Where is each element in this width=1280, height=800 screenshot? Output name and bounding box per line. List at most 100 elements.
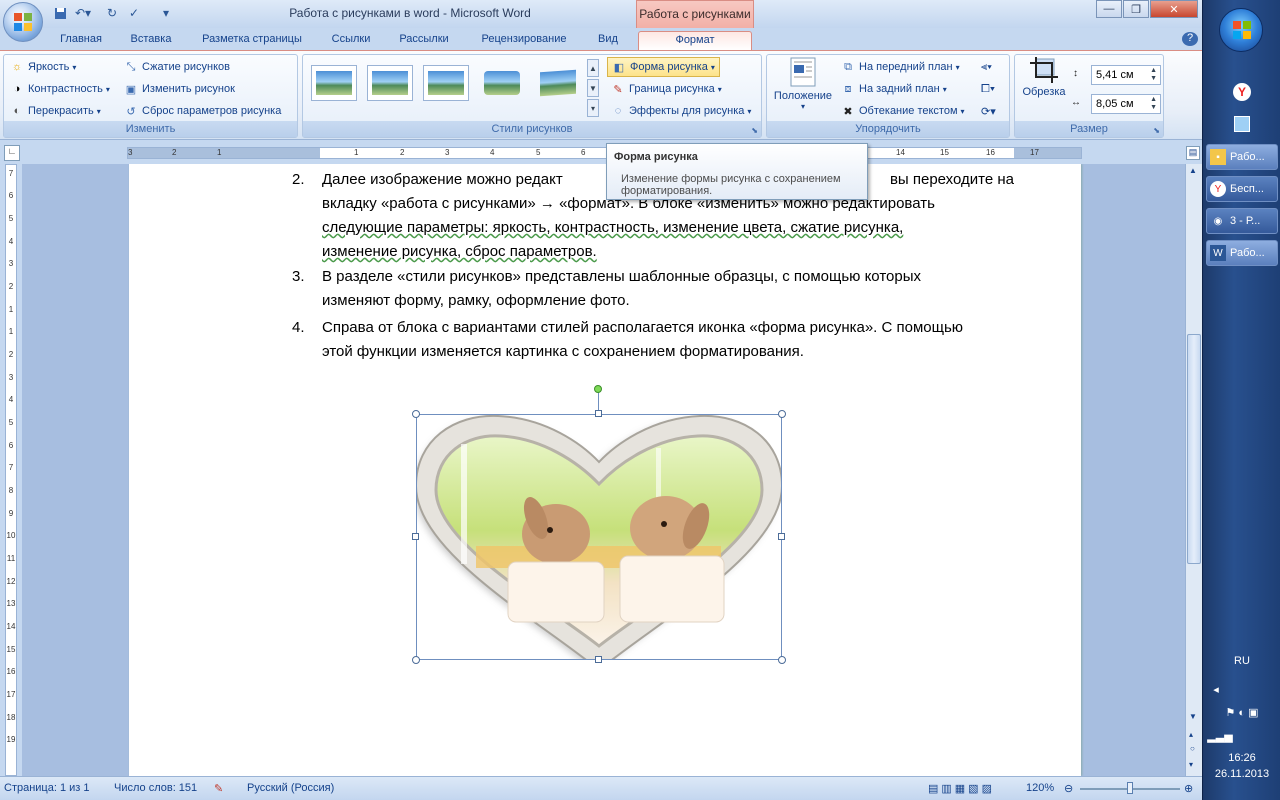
tab-format[interactable]: Формат	[638, 31, 752, 50]
word-count[interactable]: Число слов: 151	[114, 782, 197, 794]
tab-mailings[interactable]: Рассылки	[390, 31, 458, 50]
taskbar-window-4[interactable]: W Рабо...	[1206, 240, 1278, 266]
restore-button[interactable]: ❐	[1123, 0, 1149, 18]
list-item[interactable]: 4. Справа от блока с вариантами стилей р…	[292, 316, 1014, 364]
height-field[interactable]: 5,41 см ▲ ▼	[1091, 65, 1161, 85]
tab-selector-button[interactable]: ∟	[4, 145, 20, 161]
minimize-button[interactable]: —	[1096, 0, 1122, 18]
resize-handle-sw[interactable]	[412, 656, 420, 664]
recolor-icon: ◐	[13, 105, 21, 117]
show-hidden-icon[interactable]: ◂	[1177, 683, 1255, 696]
resize-handle-s[interactable]	[595, 656, 602, 663]
close-button[interactable]: ✕	[1150, 0, 1198, 18]
list-number: 3.	[292, 268, 305, 285]
ruler-number: 17	[6, 690, 16, 699]
proofing-icon[interactable]: ✎	[214, 782, 223, 795]
ruler-number: 11	[6, 554, 16, 563]
scroll-up-icon[interactable]: ▲	[1189, 166, 1197, 175]
style-thumb-4[interactable]	[479, 65, 525, 101]
list-item[interactable]: 3. В разделе «стили рисунков» представле…	[292, 265, 1014, 313]
style-thumb-5[interactable]	[535, 65, 581, 101]
scroll-thumb[interactable]	[1187, 334, 1201, 564]
browse-object-icon[interactable]: ○	[1190, 744, 1195, 753]
document-page[interactable]: 2. Далее изображение можно редакт вы пере…	[129, 164, 1081, 776]
rotate-handle[interactable]	[594, 385, 602, 393]
send-back-button[interactable]: ⧈ На задний план ▾	[841, 79, 947, 99]
language-indicator[interactable]: Русский (Россия)	[247, 782, 334, 794]
bring-front-button[interactable]: ⧉ На передний план ▾	[841, 57, 960, 77]
style-thumb-2[interactable]	[367, 65, 413, 101]
ruler-number: 15	[6, 645, 16, 654]
yandex-browser-icon[interactable]: Y	[1228, 80, 1256, 104]
signal-icon[interactable]: ▂▃▅	[1181, 730, 1259, 743]
compress-button[interactable]: ⤡ Сжатие рисунков	[124, 57, 230, 77]
recolor-button[interactable]: ◐ Перекрасить ▾	[10, 101, 101, 121]
app-pinned-icon[interactable]	[1228, 112, 1256, 136]
text-line: следующие параметры: яркость, контрастно…	[322, 219, 904, 236]
zoom-slider-thumb[interactable]	[1127, 782, 1133, 794]
clock-date[interactable]: 26.11.2013	[1203, 768, 1280, 780]
ruler-number: 3	[8, 373, 14, 382]
office-button[interactable]	[3, 2, 43, 42]
zoom-level[interactable]: 120%	[1026, 782, 1054, 794]
resize-handle-n[interactable]	[595, 410, 602, 417]
gallery-down-button[interactable]: ▼	[587, 79, 599, 97]
position-button[interactable]: Положение ▾	[773, 57, 833, 117]
tooltip-title: Форма рисунка	[614, 151, 698, 163]
zoom-out-icon[interactable]: ⊖	[1064, 782, 1073, 795]
tab-insert[interactable]: Вставка	[120, 31, 182, 50]
rotate-icon[interactable]: ⟳▾	[981, 101, 996, 121]
taskbar-window-3[interactable]: ◉ 3 - Р...	[1206, 208, 1278, 234]
ribbon: ☼ Яркость ▾ ◑ Контрастность ▾ ◐ Перекрасить ▾ …	[0, 50, 1202, 140]
clock-time[interactable]: 16:26	[1203, 752, 1280, 764]
ruler-number: 5	[8, 418, 14, 427]
tab-references[interactable]: Ссылки	[322, 31, 380, 50]
language-tray[interactable]: RU	[1203, 655, 1280, 667]
tab-review[interactable]: Рецензирование	[468, 31, 580, 50]
crop-button[interactable]: Обрезка	[1019, 57, 1069, 113]
scroll-down-icon[interactable]: ▼	[1189, 712, 1197, 721]
dialog-launcher-icon[interactable]: ⬊	[751, 126, 758, 135]
resize-handle-e[interactable]	[778, 533, 785, 540]
page-count[interactable]: Страница: 1 из 1	[4, 782, 90, 794]
next-page-icon[interactable]: ▾	[1189, 760, 1193, 769]
resize-handle-ne[interactable]	[778, 410, 786, 418]
text-wrap-button[interactable]: ✖ Обтекание текстом ▾	[841, 101, 964, 121]
size-dialog-launcher-icon[interactable]: ⬊	[1153, 126, 1160, 135]
contrast-button[interactable]: ◑ Контрастность ▾	[10, 79, 110, 99]
picture-border-button[interactable]: ✎ Граница рисунка ▾	[611, 79, 721, 99]
align-icon[interactable]: ⫷▾	[981, 57, 992, 77]
taskbar-window-2[interactable]: Y Бесп...	[1206, 176, 1278, 202]
view-buttons[interactable]: ▤▥▦▧▨	[928, 782, 995, 795]
ruler-number: 4	[490, 148, 495, 157]
picture-shape-button[interactable]: ◧ Форма рисунка ▾	[607, 57, 720, 77]
heart-picture[interactable]	[412, 385, 786, 664]
style-thumb-1[interactable]	[311, 65, 357, 101]
text-line: Справа от блока с вариантами стилей расп…	[322, 319, 964, 336]
zoom-in-icon[interactable]: ⊕	[1184, 782, 1193, 795]
resize-handle-nw[interactable]	[412, 410, 420, 418]
picture-effects-button[interactable]: ◌ Эффекты для рисунка ▾	[611, 101, 752, 121]
resize-handle-se[interactable]	[778, 656, 786, 664]
taskbar-window-1[interactable]: ▪ Рабо...	[1206, 144, 1278, 170]
ruler-number: 3	[445, 148, 450, 157]
start-button[interactable]	[1219, 8, 1263, 52]
tray-icons[interactable]: ⚑ ◐ ▣	[1203, 706, 1280, 719]
reset-picture-button[interactable]: ↺ Сброс параметров рисунка	[124, 101, 281, 121]
tab-view[interactable]: Вид	[590, 31, 626, 50]
brightness-button[interactable]: ☼ Яркость ▾	[10, 57, 76, 77]
ruler-number: 14	[896, 148, 905, 157]
view-ruler-button[interactable]: ▤	[1186, 146, 1200, 160]
ruler-number: 6	[8, 191, 14, 200]
style-thumb-3[interactable]	[423, 65, 469, 101]
group-objects-icon[interactable]: ⧠▾	[981, 79, 995, 99]
group-label-arrange: Упорядочить	[767, 121, 1009, 137]
width-field[interactable]: 8,05 см ▲ ▼	[1091, 94, 1161, 114]
change-picture-button[interactable]: ▣ Изменить рисунок	[124, 79, 235, 99]
tab-page-layout[interactable]: Разметка страницы	[192, 31, 312, 50]
gallery-up-button[interactable]: ▲	[587, 59, 599, 77]
tab-home[interactable]: Главная	[52, 31, 110, 50]
help-icon[interactable]: ?	[1182, 32, 1198, 46]
resize-handle-w[interactable]	[412, 533, 419, 540]
gallery-more-button[interactable]: ▾	[587, 99, 599, 117]
